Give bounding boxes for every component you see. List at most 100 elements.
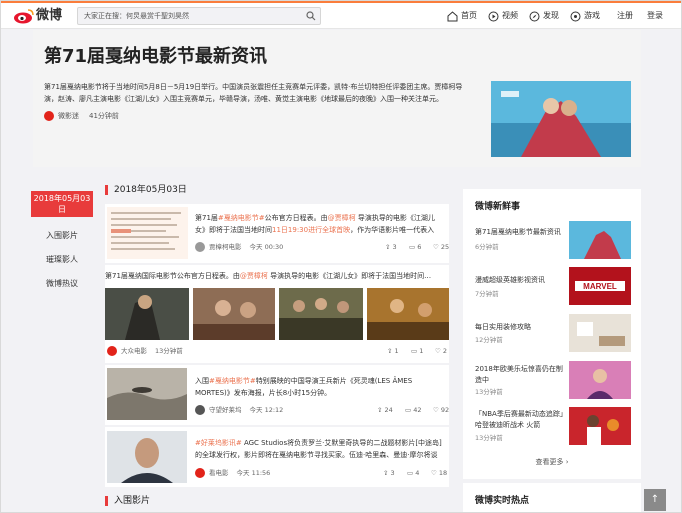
news-item-title[interactable]: 第71届戛纳电影节最新资讯	[475, 227, 569, 238]
news-item-title[interactable]: 漫威超级英雄影视资讯	[475, 275, 569, 286]
post-1-time: 今天 00:30	[249, 243, 284, 251]
see-more-link[interactable]: 查看更多 ›	[463, 457, 641, 467]
news-item-image[interactable]	[569, 407, 631, 445]
section-marker	[105, 496, 108, 506]
like-count[interactable]: ♡ 25	[433, 242, 449, 252]
post-3-prefix: 入围	[195, 377, 209, 385]
post-3-author[interactable]: 守望好莱坞	[209, 405, 242, 415]
video-icon	[488, 11, 499, 21]
left-nav-selected-films[interactable]: 入围影片	[31, 230, 93, 242]
nav-home[interactable]: 首页	[447, 9, 477, 23]
post-2-photo-3[interactable]	[279, 288, 363, 340]
news-item-title[interactable]: 「NBA季后赛最新动态追踪」哈登被迪昕战术 火箭	[475, 409, 569, 431]
post-3-meta: 守望好莱坞 今天 12:12	[195, 405, 283, 415]
like-count-value: 2	[442, 347, 448, 355]
hero-source-name[interactable]: 微影迷	[58, 111, 79, 121]
search-placeholder: 大家正在搜：何炅悬赏千聖刘昊然	[84, 12, 189, 20]
avatar[interactable]	[44, 111, 54, 121]
repost-count[interactable]: ⇪ 1	[387, 346, 399, 356]
comment-count[interactable]: ▭ 6	[409, 242, 421, 252]
hero-description: 第71届戛纳电影节将于当地时间5月8日－5月19日举行。中国演员张震担任主竞赛单…	[44, 83, 463, 103]
nav-discover[interactable]: 发现	[529, 9, 559, 23]
post-2-photo-2[interactable]	[193, 288, 275, 340]
post-1-link[interactable]: 11日19:30进行全球首映	[272, 226, 350, 234]
post-2-time: 13分钟前	[155, 347, 183, 355]
post-3-time: 今天 12:12	[249, 406, 284, 414]
like-count-value: 92	[440, 406, 450, 414]
repost-count[interactable]: ⇪ 3	[383, 468, 395, 478]
news-item-image[interactable]: MARVEL	[569, 267, 631, 305]
film-still-image	[367, 288, 449, 340]
search-input[interactable]: 大家正在搜：何炅悬赏千聖刘昊然	[77, 7, 321, 25]
section-date-heading: 2018年05月03日	[105, 184, 187, 196]
avatar[interactable]	[107, 346, 117, 356]
post-2-photo-4[interactable]	[367, 288, 449, 340]
post-1-thumbnail[interactable]	[107, 207, 188, 259]
hero-poster-image[interactable]	[491, 81, 631, 157]
avatar[interactable]	[195, 242, 205, 252]
game-icon	[570, 11, 581, 21]
post-1-body-3: ，作为华语影片唯一代表入	[350, 226, 435, 234]
post-3-hashtag[interactable]: #戛纳电影节#	[209, 377, 256, 385]
news-item-title[interactable]: 每日实用装修攻略	[475, 322, 569, 333]
post-4-hashtag[interactable]: #好莱坞影讯#	[195, 439, 242, 447]
post-2-mention[interactable]: @贾樟柯	[240, 272, 268, 280]
news-item-time: 13分钟前	[475, 434, 503, 442]
news-item-image[interactable]	[569, 221, 631, 259]
post-1-body-1: 公布官方日程表。由	[264, 214, 328, 222]
search-icon[interactable]	[306, 11, 316, 21]
brand-name: 微博	[36, 8, 63, 23]
date-tab-active[interactable]: 2018年05月03日	[31, 191, 93, 217]
post-4-time: 今天 11:56	[236, 469, 271, 477]
hero-title: 第71届戛纳电影节最新资讯	[44, 46, 268, 67]
hero-source: 微影迷 41分钟前	[44, 111, 119, 121]
left-nav-stars[interactable]: 璀璨影人	[31, 254, 93, 266]
nav-video[interactable]: 视频	[488, 9, 518, 23]
post-4-author[interactable]: 看电影	[209, 468, 229, 478]
register-link[interactable]: 注册	[617, 9, 633, 23]
news-item-time: 6分钟前	[475, 243, 499, 251]
comment-count[interactable]: ▭ 42	[405, 405, 422, 415]
news-item-time: 12分钟前	[475, 336, 503, 344]
like-count[interactable]: ♡ 92	[433, 405, 449, 415]
post-1-author[interactable]: 贾樟柯电影	[209, 242, 242, 252]
svg-text:MARVEL: MARVEL	[583, 282, 617, 291]
comment-count-value: 42	[413, 406, 422, 414]
repost-count-value: 1	[394, 347, 399, 355]
comment-count[interactable]: ▭ 1	[411, 346, 423, 356]
like-count[interactable]: ♡ 2	[435, 346, 447, 356]
left-nav-discussion[interactable]: 微博热议	[31, 278, 93, 290]
post-3-text: 入围#戛纳电影节#特别展映的中国导演王兵新片《死灵魂(LES ÂMES MORT…	[195, 375, 447, 399]
post-1-hashtag[interactable]: #戛纳电影节#	[218, 214, 265, 222]
like-count-value: 25	[440, 243, 450, 251]
film-poster-image	[107, 368, 187, 420]
avatar[interactable]	[195, 405, 205, 415]
comment-count[interactable]: ▭ 4	[407, 468, 419, 478]
post-3-thumbnail[interactable]	[107, 368, 187, 420]
like-count[interactable]: ♡ 18	[431, 468, 447, 478]
film-still-image	[105, 288, 189, 340]
avatar[interactable]	[195, 468, 205, 478]
post-4-thumbnail[interactable]	[107, 431, 187, 483]
weibo-logo-icon	[14, 9, 34, 24]
page-frame: 微博 大家正在搜：何炅悬赏千聖刘昊然 首页 视频 发现 游戏 注册 登录 第71…	[0, 0, 682, 513]
comment-count-value: 4	[415, 469, 420, 477]
post-1-mention[interactable]: @贾樟柯	[328, 214, 356, 222]
nav-game[interactable]: 游戏	[570, 9, 600, 23]
login-link[interactable]: 登录	[647, 9, 663, 23]
post-2-author[interactable]: 大众电影	[121, 346, 147, 356]
repost-count[interactable]: ⇪ 24	[377, 405, 393, 415]
news-item-title[interactable]: 2018年欧美乐坛惊喜仍在制造中	[475, 364, 569, 386]
post-2-body-2: 导演执导的电影《江湖儿女》即将于法国当地时间…	[267, 272, 432, 280]
post-2-photo-1[interactable]	[105, 288, 189, 340]
repost-count[interactable]: ⇪ 3	[385, 242, 397, 252]
login-label: 登录	[647, 11, 663, 20]
nav-home-label: 首页	[461, 11, 477, 20]
post-1-meta: 贾樟柯电影 今天 00:30	[195, 242, 283, 252]
post-1-prefix: 第71届	[195, 214, 218, 222]
cannes-poster-image	[491, 81, 631, 157]
news-item-image[interactable]	[569, 314, 631, 352]
weibo-logo[interactable]: 微博	[13, 7, 71, 25]
back-to-top-button[interactable]: ↑	[644, 489, 666, 511]
news-item-image[interactable]	[569, 361, 631, 399]
